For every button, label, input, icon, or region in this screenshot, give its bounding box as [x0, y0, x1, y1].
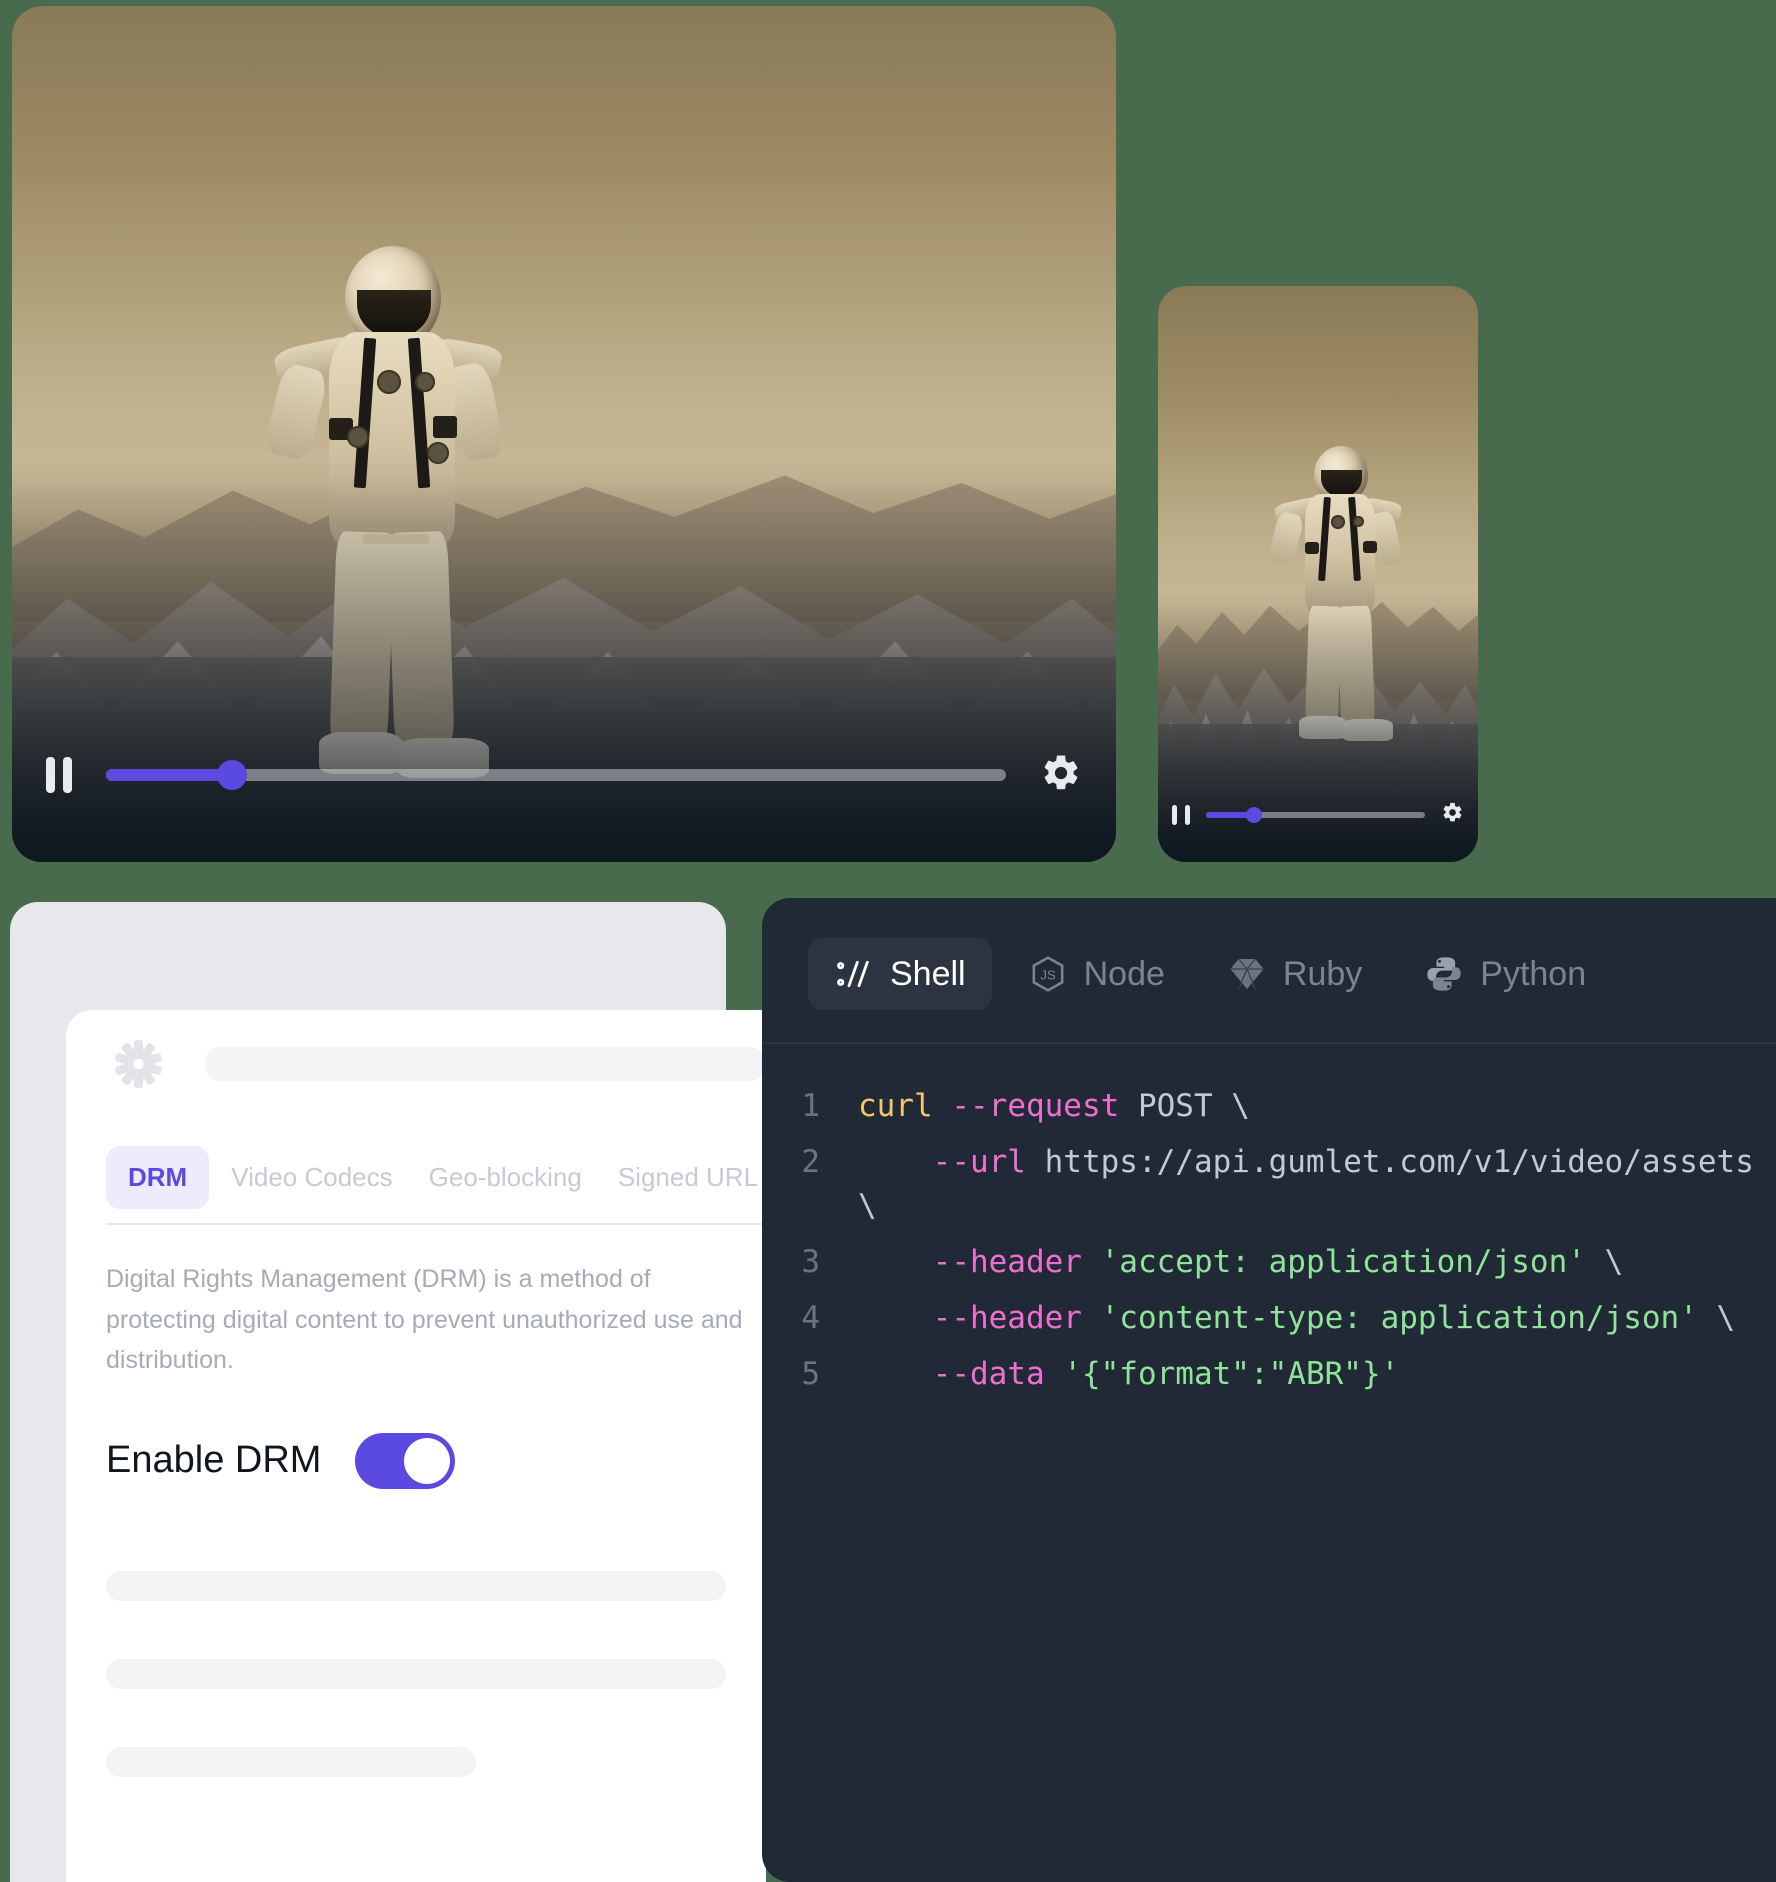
- gear-icon[interactable]: [1040, 752, 1082, 799]
- pause-icon[interactable]: [46, 757, 72, 793]
- desktop-video-player[interactable]: [12, 6, 1116, 862]
- code-token: --request: [951, 1088, 1138, 1124]
- tab-video-codecs[interactable]: Video Codecs: [217, 1146, 406, 1209]
- enable-drm-row[interactable]: Enable DRM: [66, 1381, 766, 1489]
- code-line-content: --header 'content-type: application/json…: [858, 1296, 1776, 1340]
- code-token: '{"format":"ABR"}': [1063, 1356, 1400, 1393]
- svg-text:JS: JS: [1040, 968, 1056, 983]
- pause-icon[interactable]: [1172, 805, 1190, 825]
- code-token: --data: [932, 1356, 1064, 1393]
- skeleton-row: [106, 1658, 726, 1689]
- settings-tabs[interactable]: DRM Video Codecs Geo-blocking Signed URL: [66, 1090, 766, 1209]
- seek-handle[interactable]: [217, 760, 247, 790]
- code-language-tabs[interactable]: Shell JS Node Ruby Python: [762, 898, 1776, 1010]
- code-line: 3 --header 'accept: application/json' \: [762, 1234, 1776, 1290]
- code-line-content: curl --request POST \: [858, 1084, 1776, 1128]
- tab-signed-url[interactable]: Signed URL: [604, 1146, 766, 1209]
- shell-icon: [837, 960, 869, 988]
- code-line-number: 5: [801, 1356, 820, 1393]
- enable-drm-toggle[interactable]: [355, 1432, 456, 1489]
- code-line-content: --url https://api.gumlet.com/v1/video/as…: [858, 1140, 1776, 1228]
- tab-node-label: Node: [1083, 954, 1165, 993]
- code-token: --url: [932, 1144, 1045, 1181]
- code-block[interactable]: 1 curl --request POST \ 2 --url https://ap…: [762, 1044, 1776, 1402]
- code-token: --header: [932, 1244, 1101, 1281]
- code-token: \: [1585, 1244, 1624, 1281]
- seek-handle[interactable]: [1246, 807, 1263, 823]
- skeleton-row: [106, 1570, 726, 1601]
- code-line-content: --data '{"format":"ABR"}': [858, 1352, 1776, 1396]
- tab-geo-blocking[interactable]: Geo-blocking: [415, 1146, 596, 1209]
- tab-ruby[interactable]: Ruby: [1201, 938, 1388, 1010]
- desktop-player-controls[interactable]: [12, 732, 1116, 862]
- code-line: 1 curl --request POST \: [762, 1078, 1776, 1134]
- tab-shell-label: Shell: [890, 954, 966, 993]
- ruby-gem-icon: [1230, 958, 1264, 990]
- tab-shell[interactable]: Shell: [808, 938, 992, 1010]
- code-line-number: 4: [801, 1300, 820, 1337]
- seek-bar[interactable]: [1206, 807, 1425, 823]
- screenshot-stage: DRM Video Codecs Geo-blocking Signed URL…: [0, 0, 1776, 1882]
- code-token: \: [1697, 1300, 1736, 1337]
- code-line-number: 1: [801, 1088, 820, 1124]
- tab-python[interactable]: Python: [1398, 938, 1612, 1010]
- toggle-knob: [404, 1437, 451, 1484]
- settings-card-header: [66, 1010, 766, 1090]
- code-token: 'accept: application/json': [1100, 1244, 1586, 1281]
- skeleton-row: [106, 1746, 476, 1777]
- seek-bar[interactable]: [106, 760, 1006, 790]
- code-line: 2 --url https://api.gumlet.com/v1/video/…: [762, 1134, 1776, 1234]
- gear-icon[interactable]: [1441, 801, 1464, 829]
- code-token: POST \: [1137, 1088, 1250, 1124]
- tab-ruby-label: Ruby: [1282, 954, 1363, 993]
- mobile-video-frame-vignette: [1158, 286, 1478, 862]
- search-input[interactable]: [204, 1047, 766, 1081]
- code-line-number: 2: [801, 1144, 820, 1181]
- tab-python-label: Python: [1480, 954, 1587, 993]
- seek-progress-fill: [106, 769, 232, 781]
- code-token: 'content-type: application/json': [1100, 1300, 1698, 1337]
- api-code-panel: Shell JS Node Ruby Python 1 curl --reque…: [762, 898, 1776, 1882]
- nodejs-icon: JS: [1032, 956, 1064, 992]
- settings-card: DRM Video Codecs Geo-blocking Signed URL…: [66, 1010, 766, 1882]
- enable-drm-label: Enable DRM: [106, 1439, 322, 1481]
- code-line-number: 3: [801, 1244, 820, 1281]
- tab-node[interactable]: JS Node: [1002, 938, 1191, 1010]
- mobile-video-player[interactable]: [1158, 286, 1478, 862]
- code-token: curl: [858, 1088, 952, 1124]
- gumlet-wheel-logo-icon: [112, 1038, 164, 1090]
- python-icon: [1427, 957, 1461, 991]
- code-line: 4 --header 'content-type: application/js…: [762, 1290, 1776, 1346]
- drm-description: Digital Rights Management (DRM) is a met…: [106, 1265, 743, 1374]
- code-line-content: --header 'accept: application/json' \: [858, 1240, 1776, 1284]
- tab-drm[interactable]: DRM: [106, 1146, 210, 1209]
- settings-card-shell: DRM Video Codecs Geo-blocking Signed URL…: [10, 902, 766, 1882]
- code-line: 5 --data '{"format":"ABR"}': [762, 1346, 1776, 1402]
- mobile-player-controls[interactable]: [1158, 790, 1478, 862]
- code-token: --header: [932, 1300, 1101, 1337]
